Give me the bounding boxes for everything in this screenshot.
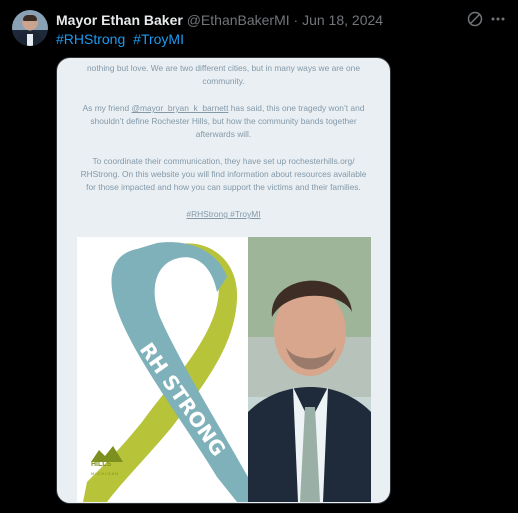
media-caption: nothing but love. We are two different c… xyxy=(57,58,390,238)
caption-tags: #RHStrong #TroyMI xyxy=(186,209,261,219)
tweet-header: Mayor Ethan Baker @EthanBakerMI · Jun 18… xyxy=(56,12,383,28)
caption-line1: nothing but love. We are two different c… xyxy=(87,63,360,86)
mayor-photo-svg xyxy=(248,237,371,502)
ribbon-graphic: RH STRONG HILLS MICHIGAN xyxy=(77,237,248,502)
tweet-date[interactable]: Jun 18, 2024 xyxy=(302,12,383,28)
hashtag-troymi[interactable]: #TroyMI xyxy=(133,31,184,47)
author-name[interactable]: Mayor Ethan Baker xyxy=(56,12,183,28)
tweet-media[interactable]: nothing but love. We are two different c… xyxy=(56,57,391,504)
logo-subtext: MICHIGAN xyxy=(91,471,119,476)
avatar[interactable] xyxy=(12,10,48,46)
mayor-photo xyxy=(248,237,371,502)
caption-p2a: As my friend xyxy=(82,103,132,113)
separator: · xyxy=(293,12,299,28)
hashtag-rhstrong[interactable]: #RHStrong xyxy=(56,31,125,47)
caption-paragraph2: As my friend @mayor_bryan_k_barnett has … xyxy=(79,102,368,141)
avatar-shirt xyxy=(27,34,33,46)
grok-icon[interactable] xyxy=(467,11,483,27)
tweet-text: #RHStrong #TroyMI xyxy=(56,31,188,47)
logo-text: HILLS xyxy=(91,461,112,468)
more-icon[interactable] xyxy=(490,11,506,27)
caption-mention: @mayor_bryan_k_barnett xyxy=(131,103,229,113)
caption-paragraph3: To coordinate their communication, they … xyxy=(80,156,367,192)
avatar-hair xyxy=(23,15,37,21)
author-handle[interactable]: @EthanBakerMI xyxy=(187,12,290,28)
